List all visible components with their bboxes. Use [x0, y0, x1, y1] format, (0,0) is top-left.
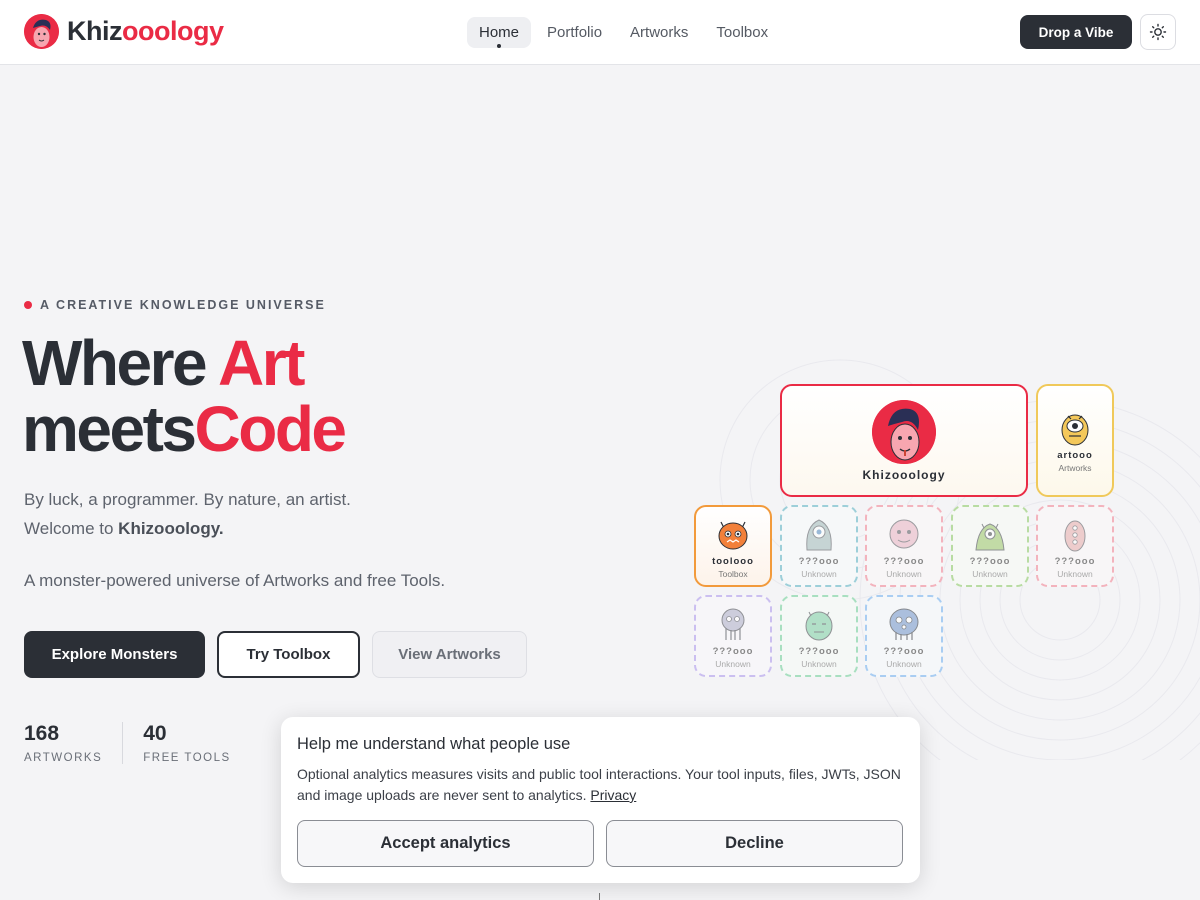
brand-logo[interactable]: Khizooology	[24, 14, 224, 49]
view-artworks-button[interactable]: View Artworks	[372, 631, 527, 678]
stat-tools-value: 40	[143, 722, 167, 745]
locked-monster-icon	[1064, 520, 1086, 551]
scroll-indicator	[599, 893, 600, 900]
stat-tools: 40 FREE TOOLS	[122, 722, 250, 764]
monster-card-unknown-4[interactable]: ???ooo Unknown	[1036, 505, 1114, 587]
monster-card-unknown-3[interactable]: ???ooo Unknown	[951, 505, 1029, 587]
unknown-card-sub: Unknown	[886, 568, 922, 579]
artooo-card-sub: Artworks	[1058, 463, 1092, 473]
unknown-card-sub: Unknown	[801, 568, 837, 579]
brand-name-part2: ooology	[122, 16, 224, 46]
analytics-consent-dialog: Help me understand what people use Optio…	[281, 717, 920, 883]
consent-title: Help me understand what people use	[297, 735, 571, 753]
unknown-card-name: ???ooo	[798, 555, 840, 567]
hero-stats: 168 ARTWORKS 40 FREE TOOLS	[24, 722, 251, 764]
unknown-card-sub: Unknown	[886, 658, 922, 669]
monster-card-unknown-6[interactable]: ???ooo Unknown	[780, 595, 858, 677]
drop-a-vibe-button[interactable]: Drop a Vibe	[1020, 15, 1132, 49]
hero-tagline: A monster-powered universe of Artworks a…	[24, 571, 446, 590]
nav-home[interactable]: Home	[467, 17, 532, 48]
monster-card-artooo[interactable]: artooo Artworks	[1036, 384, 1114, 497]
brand-name: Khizooology	[67, 16, 224, 47]
monster-card-khizooology[interactable]: Khizooology	[780, 384, 1028, 497]
subtitle-line1: By luck, a programmer. By nature, an art…	[24, 490, 351, 509]
unknown-card-sub: Unknown	[715, 658, 751, 669]
accept-analytics-button[interactable]: Accept analytics	[297, 820, 594, 867]
nav-artworks[interactable]: Artworks	[618, 17, 700, 48]
khizooology-card-name: Khizooology	[862, 467, 946, 482]
unknown-card-name: ???ooo	[883, 645, 925, 657]
monster-card-unknown-2[interactable]: ???ooo Unknown	[865, 505, 943, 587]
theme-toggle-button[interactable]	[1140, 14, 1176, 50]
hero-eyebrow: A CREATIVE KNOWLEDGE UNIVERSE	[24, 298, 326, 312]
hero-title: Where Art meetsCode	[22, 330, 348, 465]
unknown-card-sub: Unknown	[1057, 568, 1093, 579]
unknown-card-name: ???ooo	[798, 645, 840, 657]
brand-name-part1: Khiz	[67, 16, 123, 46]
unknown-card-name: ???ooo	[1054, 555, 1096, 567]
decline-button[interactable]: Decline	[606, 820, 903, 867]
locked-monster-icon	[805, 611, 833, 640]
title-code: Code	[194, 393, 348, 465]
locked-monster-icon	[806, 518, 832, 550]
unknown-card-name: ???ooo	[883, 555, 925, 567]
toolooo-card-sub: Toolbox	[718, 568, 748, 579]
monster-card-unknown-7[interactable]: ???ooo Unknown	[865, 595, 943, 677]
eyebrow-dot	[24, 301, 32, 309]
sun-icon	[1149, 23, 1167, 41]
try-toolbox-button[interactable]: Try Toolbox	[217, 631, 360, 678]
unknown-card-sub: Unknown	[972, 568, 1008, 579]
eyebrow-text: A CREATIVE KNOWLEDGE UNIVERSE	[40, 298, 326, 312]
toolooo-monster-icon	[718, 521, 748, 549]
avatar-icon	[24, 14, 59, 49]
explore-monsters-button[interactable]: Explore Monsters	[24, 631, 205, 678]
subtitle-line2: Welcome to Khizooology.	[24, 514, 351, 543]
hero-title-line1: Where Art	[22, 330, 345, 396]
title-art: Art	[218, 327, 305, 399]
stat-artworks: 168 ARTWORKS	[24, 722, 122, 764]
title-where: Where	[22, 327, 218, 399]
hero-subtitle: By luck, a programmer. By nature, an art…	[24, 485, 351, 543]
toolooo-card-name: toolooo	[712, 555, 754, 567]
locked-monster-icon	[889, 608, 919, 640]
title-meets: meets	[22, 393, 197, 465]
artooo-monster-icon	[1061, 414, 1089, 446]
locked-monster-icon	[975, 522, 1005, 550]
stat-artworks-label: ARTWORKS	[24, 752, 103, 764]
site-header: Khizooology Home Portfolio Artworks Tool…	[0, 0, 1200, 65]
stat-artworks-value: 168	[24, 722, 60, 745]
monster-card-unknown-1[interactable]: ???ooo Unknown	[780, 505, 858, 587]
subtitle-brand: Khizooology.	[118, 519, 224, 538]
unknown-card-sub: Unknown	[801, 658, 837, 669]
locked-monster-icon	[721, 608, 745, 640]
artooo-card-name: artooo	[1057, 450, 1093, 461]
unknown-card-name: ???ooo	[712, 645, 754, 657]
stat-tools-label: FREE TOOLS	[143, 752, 231, 764]
nav-portfolio[interactable]: Portfolio	[535, 17, 614, 48]
consent-text: Optional analytics measures visits and p…	[297, 764, 904, 806]
hero-title-line2: meetsCode	[22, 393, 348, 465]
unknown-card-name: ???ooo	[969, 555, 1011, 567]
subtitle-welcome: Welcome to	[24, 519, 119, 538]
monster-card-toolooo[interactable]: toolooo Toolbox	[694, 505, 772, 587]
nav-toolbox[interactable]: Toolbox	[704, 17, 780, 48]
monster-card-unknown-5[interactable]: ???ooo Unknown	[694, 595, 772, 677]
khizooology-avatar-icon	[872, 399, 936, 464]
locked-monster-icon	[889, 519, 919, 548]
privacy-link[interactable]: Privacy	[590, 787, 636, 803]
main-nav: Home Portfolio Artworks Toolbox	[467, 17, 780, 48]
